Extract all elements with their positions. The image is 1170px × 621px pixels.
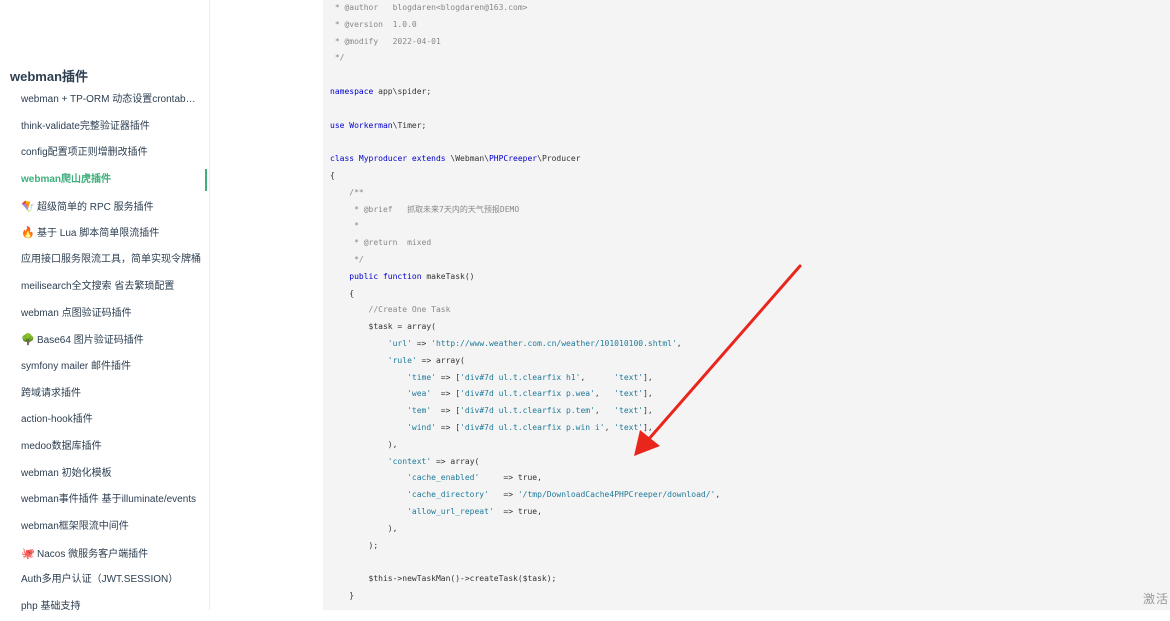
watermark: 激活 <box>1143 592 1170 606</box>
red-arrow-icon <box>634 264 802 456</box>
